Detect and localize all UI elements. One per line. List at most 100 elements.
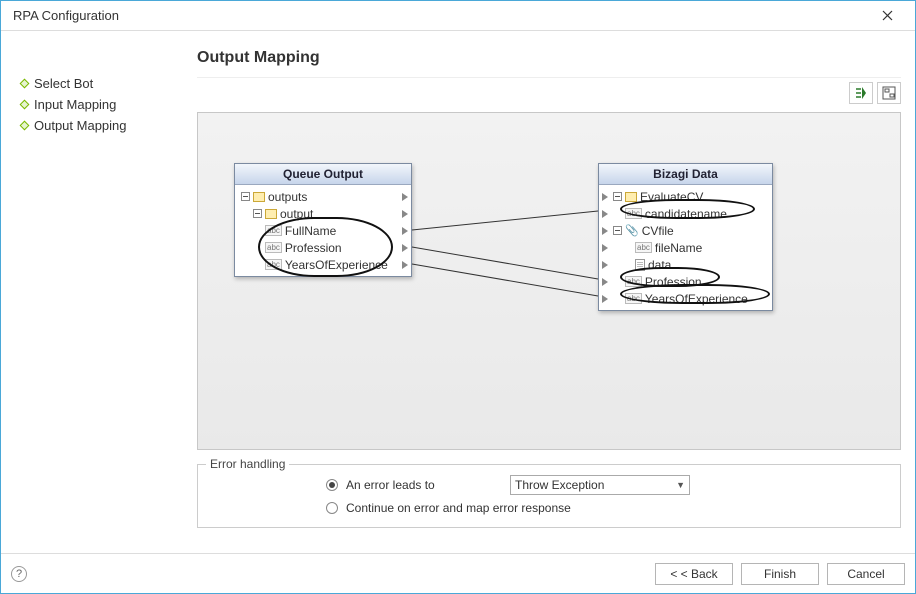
file-icon [635, 259, 645, 271]
bizagi-data-panel[interactable]: Bizagi Data EvaluateCV [598, 163, 773, 311]
node-label: CVfile [642, 224, 674, 238]
node-label: Profession [645, 275, 702, 289]
attachment-icon: 📎 [625, 224, 639, 237]
chevron-down-icon: ▼ [676, 480, 685, 490]
input-port-icon[interactable] [602, 295, 608, 303]
input-port-icon[interactable] [602, 261, 608, 269]
radio-continue-on-error[interactable] [326, 502, 338, 514]
collapse-icon[interactable] [241, 192, 250, 201]
error-action-select[interactable]: Throw Exception ▼ [510, 475, 690, 495]
input-port-icon[interactable] [602, 193, 608, 201]
input-port-icon[interactable] [602, 244, 608, 252]
radio-row-error-leads-to: An error leads to Throw Exception ▼ [326, 475, 892, 495]
text-field-icon: abc [265, 242, 282, 253]
folder-icon [265, 209, 277, 219]
radio-label: An error leads to [346, 478, 496, 492]
auto-map-button[interactable] [849, 82, 873, 104]
radio-error-leads-to[interactable] [326, 479, 338, 491]
sidebar-item-label: Output Mapping [34, 118, 127, 133]
node-label: output [280, 207, 313, 221]
radio-row-continue: Continue on error and map error response [326, 501, 892, 515]
text-field-icon: abc [635, 242, 652, 253]
mapping-canvas[interactable]: Queue Output outputs output [197, 112, 901, 450]
node-label: data [648, 258, 671, 272]
content-area: Select Bot Input Mapping Output Mapping … [1, 31, 915, 553]
sidebar-item-label: Select Bot [34, 76, 93, 91]
close-button[interactable] [865, 2, 909, 30]
queue-output-tree: outputs output abc FullName [235, 185, 411, 276]
bizagi-data-tree: EvaluateCV abc candidatename [599, 185, 772, 310]
diamond-icon [20, 100, 30, 110]
folder-icon [253, 192, 265, 202]
rpa-config-window: RPA Configuration Select Bot Input Mappi… [0, 0, 916, 594]
dialog-footer: ? < < Back Finish Cancel [1, 553, 915, 593]
input-port-icon[interactable] [602, 227, 608, 235]
output-port-icon[interactable] [402, 210, 408, 218]
queue-output-panel[interactable]: Queue Output outputs output [234, 163, 412, 277]
tree-node-profession[interactable]: abc Profession [235, 239, 411, 256]
node-label: Profession [285, 241, 342, 255]
tree-node-evaluatecv[interactable]: EvaluateCV [599, 188, 772, 205]
sidebar-item-label: Input Mapping [34, 97, 116, 112]
help-button[interactable]: ? [11, 566, 27, 582]
finish-button[interactable]: Finish [741, 563, 819, 585]
collapse-icon[interactable] [613, 192, 622, 201]
main-pane: Output Mapping [197, 49, 901, 549]
node-label: YearsOfExperience [285, 258, 388, 272]
tree-node-data[interactable]: data [599, 256, 772, 273]
sidebar-item-input-mapping[interactable]: Input Mapping [15, 94, 197, 115]
footer-buttons: < < Back Finish Cancel [655, 563, 905, 585]
help-icon: ? [16, 568, 22, 580]
auto-map-icon [854, 86, 868, 100]
node-label: outputs [268, 190, 307, 204]
node-label: YearsOfExperience [645, 292, 748, 306]
layout-icon [882, 86, 896, 100]
node-label: candidatename [645, 207, 727, 221]
node-label: FullName [285, 224, 336, 238]
page-title: Output Mapping [197, 49, 901, 67]
entity-icon [625, 192, 637, 202]
radio-label: Continue on error and map error response [346, 501, 571, 515]
cancel-button[interactable]: Cancel [827, 563, 905, 585]
tree-node-output[interactable]: output [235, 205, 411, 222]
titlebar: RPA Configuration [1, 1, 915, 31]
wizard-sidebar: Select Bot Input Mapping Output Mapping [15, 49, 197, 549]
text-field-icon: abc [625, 293, 642, 304]
panel-title: Bizagi Data [599, 164, 772, 185]
input-port-icon[interactable] [602, 278, 608, 286]
canvas-toolbar [197, 77, 901, 106]
tree-node-yearsofexperience[interactable]: abc YearsOfExperience [599, 290, 772, 307]
close-icon [882, 10, 893, 21]
output-port-icon[interactable] [402, 227, 408, 235]
collapse-icon[interactable] [253, 209, 262, 218]
error-handling-group: Error handling An error leads to Throw E… [197, 464, 901, 528]
text-field-icon: abc [625, 208, 642, 219]
output-port-icon[interactable] [402, 244, 408, 252]
tree-node-fullname[interactable]: abc FullName [235, 222, 411, 239]
tree-node-outputs[interactable]: outputs [235, 188, 411, 205]
layout-button[interactable] [877, 82, 901, 104]
output-port-icon[interactable] [402, 261, 408, 269]
text-field-icon: abc [265, 259, 282, 270]
tree-node-candidatename[interactable]: abc candidatename [599, 205, 772, 222]
sidebar-item-output-mapping[interactable]: Output Mapping [15, 115, 197, 136]
sidebar-item-select-bot[interactable]: Select Bot [15, 73, 197, 94]
node-label: EvaluateCV [640, 190, 703, 204]
output-port-icon[interactable] [402, 193, 408, 201]
text-field-icon: abc [625, 276, 642, 287]
tree-node-filename[interactable]: abc fileName [599, 239, 772, 256]
text-field-icon: abc [265, 225, 282, 236]
node-label: fileName [655, 241, 702, 255]
tree-node-profession[interactable]: abc Profession [599, 273, 772, 290]
fieldset-legend: Error handling [206, 457, 289, 471]
diamond-icon [20, 121, 30, 131]
collapse-icon[interactable] [613, 226, 622, 235]
back-button[interactable]: < < Back [655, 563, 733, 585]
input-port-icon[interactable] [602, 210, 608, 218]
diamond-icon [20, 79, 30, 89]
panel-title: Queue Output [235, 164, 411, 185]
select-value: Throw Exception [515, 478, 604, 492]
tree-node-cvfile[interactable]: 📎 CVfile [599, 222, 772, 239]
tree-node-yearsofexperience[interactable]: abc YearsOfExperience [235, 256, 411, 273]
window-title: RPA Configuration [13, 8, 119, 23]
